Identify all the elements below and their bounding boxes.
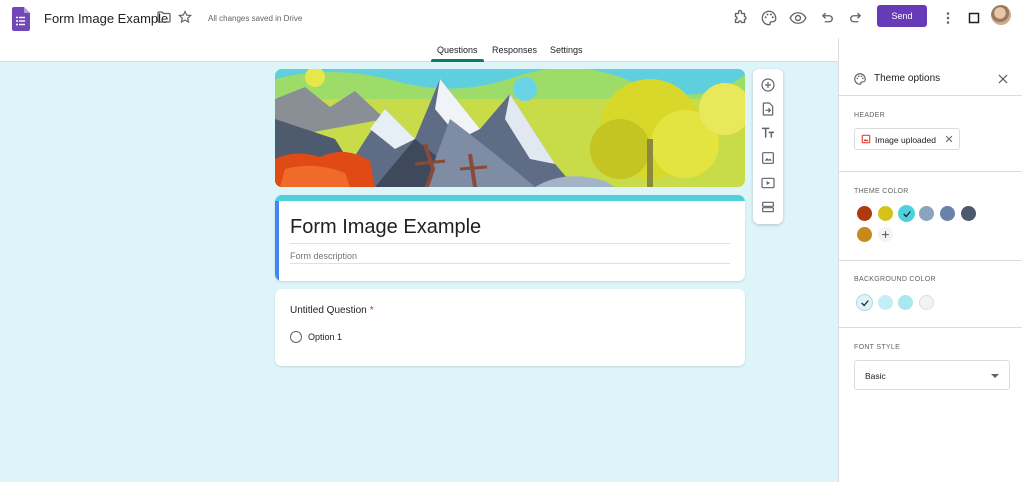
description-underline (290, 263, 730, 264)
top-bar: Form Image Example All changes saved in … (0, 0, 1022, 38)
panel-header: Theme options (839, 38, 1022, 96)
section-divider (839, 260, 1022, 261)
remove-image-icon[interactable] (944, 134, 954, 144)
required-marker: * (369, 305, 374, 316)
theme-color-swatch[interactable] (857, 227, 872, 242)
add-question-icon[interactable] (760, 77, 776, 93)
tab-bar: Questions Responses Settings (0, 38, 838, 62)
background-color-section-label: BACKGROUND COLOR (854, 276, 936, 283)
floating-toolbar (753, 69, 783, 224)
theme-color-swatch[interactable] (857, 206, 872, 221)
question-card[interactable]: Untitled Question * Option 1 (275, 289, 745, 366)
add-title-text-icon[interactable] (760, 125, 776, 141)
add-image-icon[interactable] (760, 150, 776, 166)
question-title[interactable]: Untitled Question * (290, 305, 374, 316)
plus-icon (882, 231, 889, 238)
option-label[interactable]: Option 1 (308, 332, 342, 342)
radio-button[interactable] (290, 331, 302, 343)
add-section-icon[interactable] (760, 199, 776, 215)
theme-options-panel: Theme options HEADER Image uploaded THEM… (838, 38, 1022, 482)
font-style-section-label: FONT STYLE (854, 344, 901, 351)
form-title[interactable]: Form Image Example (290, 216, 481, 239)
font-style-value: Basic (865, 371, 886, 381)
question-title-text: Untitled Question (290, 305, 367, 316)
chevron-down-icon (991, 374, 999, 378)
section-divider (839, 327, 1022, 328)
chip-label: Image uploaded (875, 135, 936, 145)
theme-color-section-label: THEME COLOR (854, 188, 909, 195)
document-title[interactable]: Form Image Example (44, 11, 168, 26)
star-icon[interactable] (178, 10, 192, 24)
save-status: All changes saved in Drive (208, 14, 303, 23)
add-video-icon[interactable] (760, 175, 776, 191)
header-image-chip[interactable]: Image uploaded (854, 128, 960, 150)
addon-icon[interactable] (731, 9, 749, 27)
palette-icon[interactable] (760, 9, 778, 27)
background-color-swatch-selected[interactable] (856, 294, 873, 311)
tab-settings[interactable]: Settings (550, 45, 583, 55)
theme-color-swatch[interactable] (878, 206, 893, 221)
stop-square-icon[interactable] (965, 9, 983, 27)
folder-icon[interactable] (157, 11, 171, 23)
font-style-dropdown[interactable]: Basic (854, 360, 1010, 390)
add-custom-color-button[interactable] (878, 227, 893, 242)
theme-color-swatch-selected[interactable] (898, 205, 915, 222)
redo-icon[interactable] (847, 9, 865, 27)
preview-eye-icon[interactable] (789, 9, 807, 27)
close-icon[interactable] (996, 72, 1010, 86)
theme-color-swatch[interactable] (919, 206, 934, 221)
theme-color-swatch[interactable] (940, 206, 955, 221)
forms-logo-icon[interactable] (12, 7, 30, 31)
background-color-swatch[interactable] (878, 295, 893, 310)
check-icon (902, 210, 911, 217)
import-questions-icon[interactable] (760, 101, 776, 117)
header-image[interactable] (275, 69, 745, 187)
header-section-label: HEADER (854, 112, 885, 119)
undo-icon[interactable] (818, 9, 836, 27)
send-button[interactable]: Send (877, 5, 927, 27)
tab-responses[interactable]: Responses (492, 45, 537, 55)
background-color-swatch[interactable] (898, 295, 913, 310)
section-divider (839, 171, 1022, 172)
title-underline (290, 243, 730, 244)
palette-icon (853, 72, 867, 86)
tab-questions[interactable]: Questions (437, 45, 478, 55)
background-color-swatch[interactable] (919, 295, 934, 310)
check-icon (860, 299, 869, 306)
theme-accent-strip (275, 195, 745, 201)
form-title-card: Form Image Example Form description (275, 195, 745, 281)
avatar[interactable] (991, 5, 1011, 25)
image-icon (861, 134, 871, 144)
form-description-field[interactable]: Form description (290, 251, 357, 261)
more-vert-icon[interactable] (939, 9, 957, 27)
active-card-indicator (275, 201, 279, 281)
panel-title: Theme options (874, 73, 941, 84)
theme-color-swatch[interactable] (961, 206, 976, 221)
